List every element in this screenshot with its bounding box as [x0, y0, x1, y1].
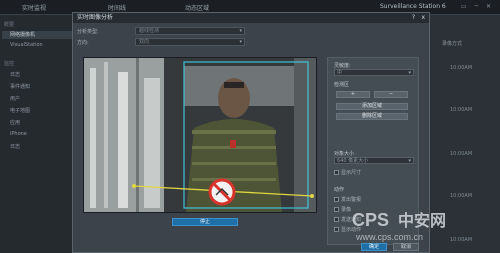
sensitivity-label: 灵敏度: [334, 63, 351, 69]
chevron-down-icon: ▾ [408, 158, 411, 164]
dialog-title: 实时图像分析 [77, 14, 114, 21]
tab-motion[interactable]: 动态区域 [185, 3, 209, 12]
sidebar-item-emap[interactable]: 电子地图 [10, 107, 72, 115]
watermark-latin: CPS [352, 210, 389, 230]
detection-zone-label: 检测区 [334, 82, 350, 88]
action-item-label: 录像 [341, 207, 352, 213]
direction-label: 方向: [77, 40, 89, 46]
analysis-type-label: 分析类型: [77, 29, 99, 35]
watermark-url: www.cps.com.cn [355, 232, 423, 242]
sidebar-item-apps[interactable]: 应用 [10, 119, 72, 127]
stop-button[interactable]: 停止 [172, 218, 238, 226]
sidebar-item-logs[interactable]: 日志 [10, 143, 72, 151]
sidebar-item-visualstation[interactable]: VisualStation [10, 42, 72, 50]
add-point-button[interactable]: + [336, 91, 370, 98]
watermark-cn: 中安网 [398, 211, 446, 230]
sensitivity-value: 中 [337, 70, 343, 76]
sidebar-section-overview: 概要 [4, 22, 15, 28]
object-size-select[interactable]: 640 像素大小 ▾ [334, 157, 414, 164]
help-icon[interactable]: ? [412, 13, 415, 23]
tab-timeline[interactable]: 时间线 [108, 3, 126, 12]
column-header: 录像方式 [442, 41, 463, 47]
list-item: 10:00AM [450, 107, 473, 113]
analysis-type-value: 越线检测 [139, 28, 160, 34]
watermark: CPS 中安网 www.cps.com.cn [352, 206, 492, 246]
direction-value: 双向 [139, 39, 150, 45]
action-item[interactable]: 录像 [334, 206, 352, 213]
watermark-logo: CPS 中安网 www.cps.com.cn [352, 210, 446, 242]
dialog-title-bar: 实时图像分析 ? x [73, 13, 429, 23]
sidebar-item-users[interactable]: 用户 [10, 95, 72, 103]
remove-point-button[interactable]: − [374, 91, 408, 98]
sidebar: 概要 网络摄像机 VisualStation 监控 日志 事件通知 用户 电子地… [0, 15, 73, 253]
sensitivity-select[interactable]: 中 ▾ [334, 69, 414, 76]
show-size-checkbox-row[interactable]: 显示尺寸 [334, 169, 362, 176]
sidebar-item-ip-camera[interactable]: 网络摄像机 [2, 31, 72, 39]
list-item: 10:00AM [450, 193, 473, 199]
action-label: 动作 [334, 187, 345, 193]
sidebar-item-iphone[interactable]: iPhone [10, 131, 72, 139]
remove-zone-button[interactable]: 删除区域 [336, 113, 408, 120]
checkbox[interactable] [334, 227, 339, 232]
chevron-down-icon: ▾ [239, 39, 242, 45]
sidebar-section-monitor: 监控 [4, 61, 15, 67]
object-size-label: 对象大小 [334, 151, 355, 157]
checkbox[interactable] [334, 207, 339, 212]
analysis-type-select[interactable]: 越线检测 ▾ [135, 27, 245, 35]
camera-image [84, 58, 316, 212]
app-title: Surveillance Station 6 [380, 3, 446, 10]
tab-live-view[interactable]: 实时监视 [22, 3, 46, 12]
list-item: 10:00AM [450, 65, 473, 71]
camera-preview[interactable] [83, 57, 317, 213]
direction-select[interactable]: 双向 ▾ [135, 38, 245, 46]
show-size-label: 显示尺寸 [341, 170, 362, 176]
checkbox[interactable] [334, 217, 339, 222]
add-zone-button[interactable]: 添加区域 [336, 103, 408, 110]
sidebar-item-notification[interactable]: 事件通知 [10, 83, 72, 91]
checkbox[interactable] [334, 170, 339, 175]
chevron-down-icon: ▾ [239, 28, 242, 34]
object-size-value: 640 像素大小 [337, 158, 369, 164]
action-item-label: 发出警报 [341, 197, 362, 203]
sidebar-item-log[interactable]: 日志 [10, 71, 72, 79]
chevron-down-icon: ▾ [408, 70, 411, 76]
window-controls-icon[interactable]: ▭ ─ ✕ [461, 3, 494, 10]
action-item[interactable]: 发出警报 [334, 196, 362, 203]
checkbox[interactable] [334, 197, 339, 202]
close-icon[interactable]: x [421, 13, 425, 23]
list-item: 10:00AM [450, 151, 473, 157]
